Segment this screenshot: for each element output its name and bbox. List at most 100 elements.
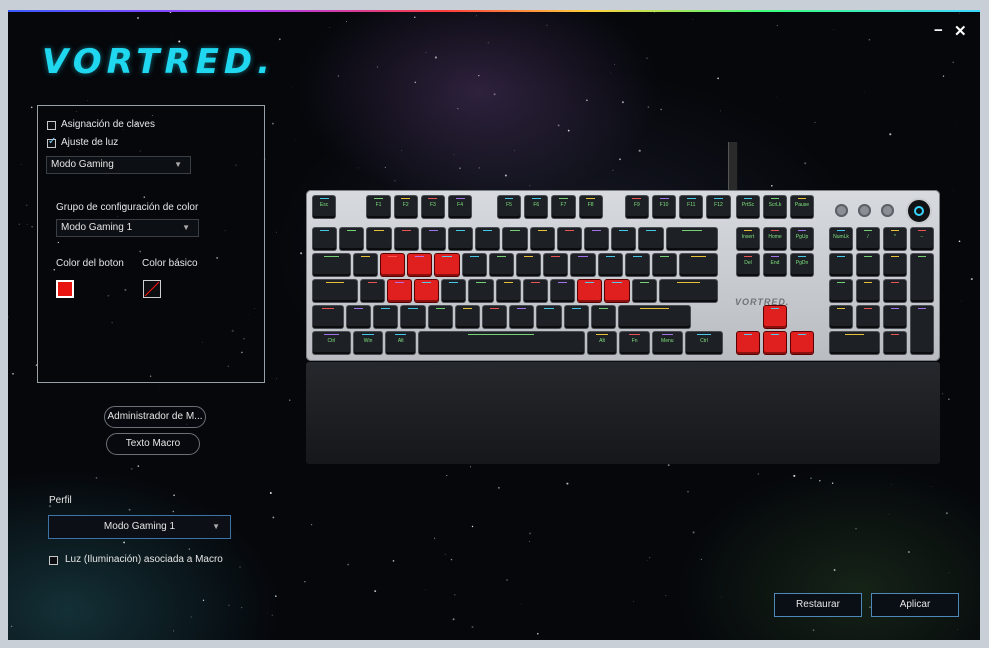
key[interactable]: [489, 254, 513, 276]
apply-button[interactable]: Aplicar: [871, 593, 959, 617]
key[interactable]: [435, 254, 459, 276]
key-numpad-0[interactable]: [830, 332, 879, 354]
key-numpad-plus[interactable]: [911, 254, 933, 302]
key[interactable]: Ctrl: [313, 332, 350, 354]
key[interactable]: [653, 254, 677, 276]
key[interactable]: [680, 254, 717, 276]
key[interactable]: [517, 254, 541, 276]
key[interactable]: [666, 228, 717, 250]
key[interactable]: [469, 280, 493, 302]
key[interactable]: [591, 306, 615, 328]
key-f7[interactable]: F7: [552, 196, 575, 218]
key-f12[interactable]: F12: [707, 196, 730, 218]
key-f9[interactable]: F9: [625, 196, 648, 218]
key-f8[interactable]: F8: [579, 196, 602, 218]
key[interactable]: [659, 280, 717, 302]
key[interactable]: Menu: [653, 332, 682, 354]
key[interactable]: [551, 280, 575, 302]
key-pgup[interactable]: PgUp: [791, 228, 813, 250]
key[interactable]: [462, 254, 486, 276]
media-button[interactable]: [858, 204, 871, 217]
key-numpad-dot[interactable]: [884, 332, 906, 354]
restore-button[interactable]: Restaurar: [774, 593, 862, 617]
key-numpad[interactable]: −: [911, 228, 933, 250]
key[interactable]: Win: [353, 332, 383, 354]
key-prtsc[interactable]: PrtSc: [737, 196, 759, 218]
key[interactable]: [442, 280, 466, 302]
key[interactable]: [625, 254, 649, 276]
key[interactable]: [313, 254, 350, 276]
key[interactable]: [449, 228, 473, 250]
macro-manager-button[interactable]: Administrador de M...: [104, 406, 206, 428]
key-numpad[interactable]: *: [884, 228, 906, 250]
volume-knob-icon[interactable]: [906, 198, 932, 224]
key-numpad[interactable]: [830, 280, 852, 302]
media-button[interactable]: [881, 204, 894, 217]
key[interactable]: Fn: [620, 332, 649, 354]
key[interactable]: [360, 280, 384, 302]
key[interactable]: [483, 306, 507, 328]
key[interactable]: Ctrl: [685, 332, 723, 354]
light-setting-checkbox[interactable]: [47, 136, 56, 148]
key[interactable]: [503, 228, 527, 250]
key[interactable]: [619, 306, 690, 328]
key[interactable]: [476, 228, 500, 250]
key-numpad[interactable]: [884, 280, 906, 302]
minimize-icon[interactable]: −: [934, 22, 943, 39]
key[interactable]: [353, 254, 377, 276]
key-scrlk[interactable]: ScrLk: [764, 196, 786, 218]
key-del[interactable]: Del: [737, 254, 759, 276]
key-arrow-right[interactable]: [791, 332, 813, 354]
key-insert[interactable]: Insert: [737, 228, 759, 250]
key[interactable]: [496, 280, 520, 302]
key-numpad[interactable]: [857, 280, 879, 302]
key-esc[interactable]: Esc: [313, 196, 336, 218]
basic-color-swatch[interactable]: [143, 280, 161, 298]
key-numpad[interactable]: NumLk: [830, 228, 852, 250]
key[interactable]: [544, 254, 568, 276]
key[interactable]: [415, 280, 439, 302]
key[interactable]: [313, 280, 357, 302]
key[interactable]: [419, 332, 584, 354]
key[interactable]: [605, 280, 629, 302]
key-pgdn[interactable]: PgDn: [791, 254, 813, 276]
key[interactable]: [340, 228, 364, 250]
key-f11[interactable]: F11: [680, 196, 703, 218]
key[interactable]: [530, 228, 554, 250]
text-macro-button[interactable]: Texto Macro: [106, 433, 200, 455]
key-f1[interactable]: F1: [367, 196, 390, 218]
key[interactable]: [639, 228, 663, 250]
media-button[interactable]: [835, 204, 848, 217]
key-f5[interactable]: F5: [497, 196, 521, 218]
key[interactable]: [510, 306, 534, 328]
key[interactable]: [408, 254, 432, 276]
key[interactable]: [578, 280, 602, 302]
key-numpad[interactable]: [884, 306, 906, 328]
key[interactable]: [612, 228, 636, 250]
key-arrow-down[interactable]: [764, 332, 786, 354]
close-icon[interactable]: ✕: [954, 22, 967, 40]
key[interactable]: [632, 280, 656, 302]
key[interactable]: [381, 254, 405, 276]
key-arrow-left[interactable]: [737, 332, 759, 354]
key[interactable]: [374, 306, 398, 328]
key-f2[interactable]: F2: [394, 196, 417, 218]
key[interactable]: [585, 228, 609, 250]
key-numpad[interactable]: [884, 254, 906, 276]
lighting-mode-select[interactable]: Modo Gaming ▼: [46, 156, 191, 174]
key-numpad[interactable]: /: [857, 228, 879, 250]
key-home[interactable]: Home: [764, 228, 786, 250]
key[interactable]: [313, 228, 337, 250]
key[interactable]: [537, 306, 561, 328]
key-assignment-checkbox[interactable]: [47, 121, 56, 130]
key-f3[interactable]: F3: [421, 196, 444, 218]
button-color-swatch[interactable]: [56, 280, 74, 298]
key-end[interactable]: End: [764, 254, 786, 276]
color-group-select[interactable]: Modo Gaming 1 ▼: [56, 219, 199, 237]
key[interactable]: [347, 306, 371, 328]
key[interactable]: [557, 228, 581, 250]
key[interactable]: [428, 306, 452, 328]
key-numpad[interactable]: [830, 254, 852, 276]
key[interactable]: [387, 280, 411, 302]
key[interactable]: Alt: [587, 332, 617, 354]
